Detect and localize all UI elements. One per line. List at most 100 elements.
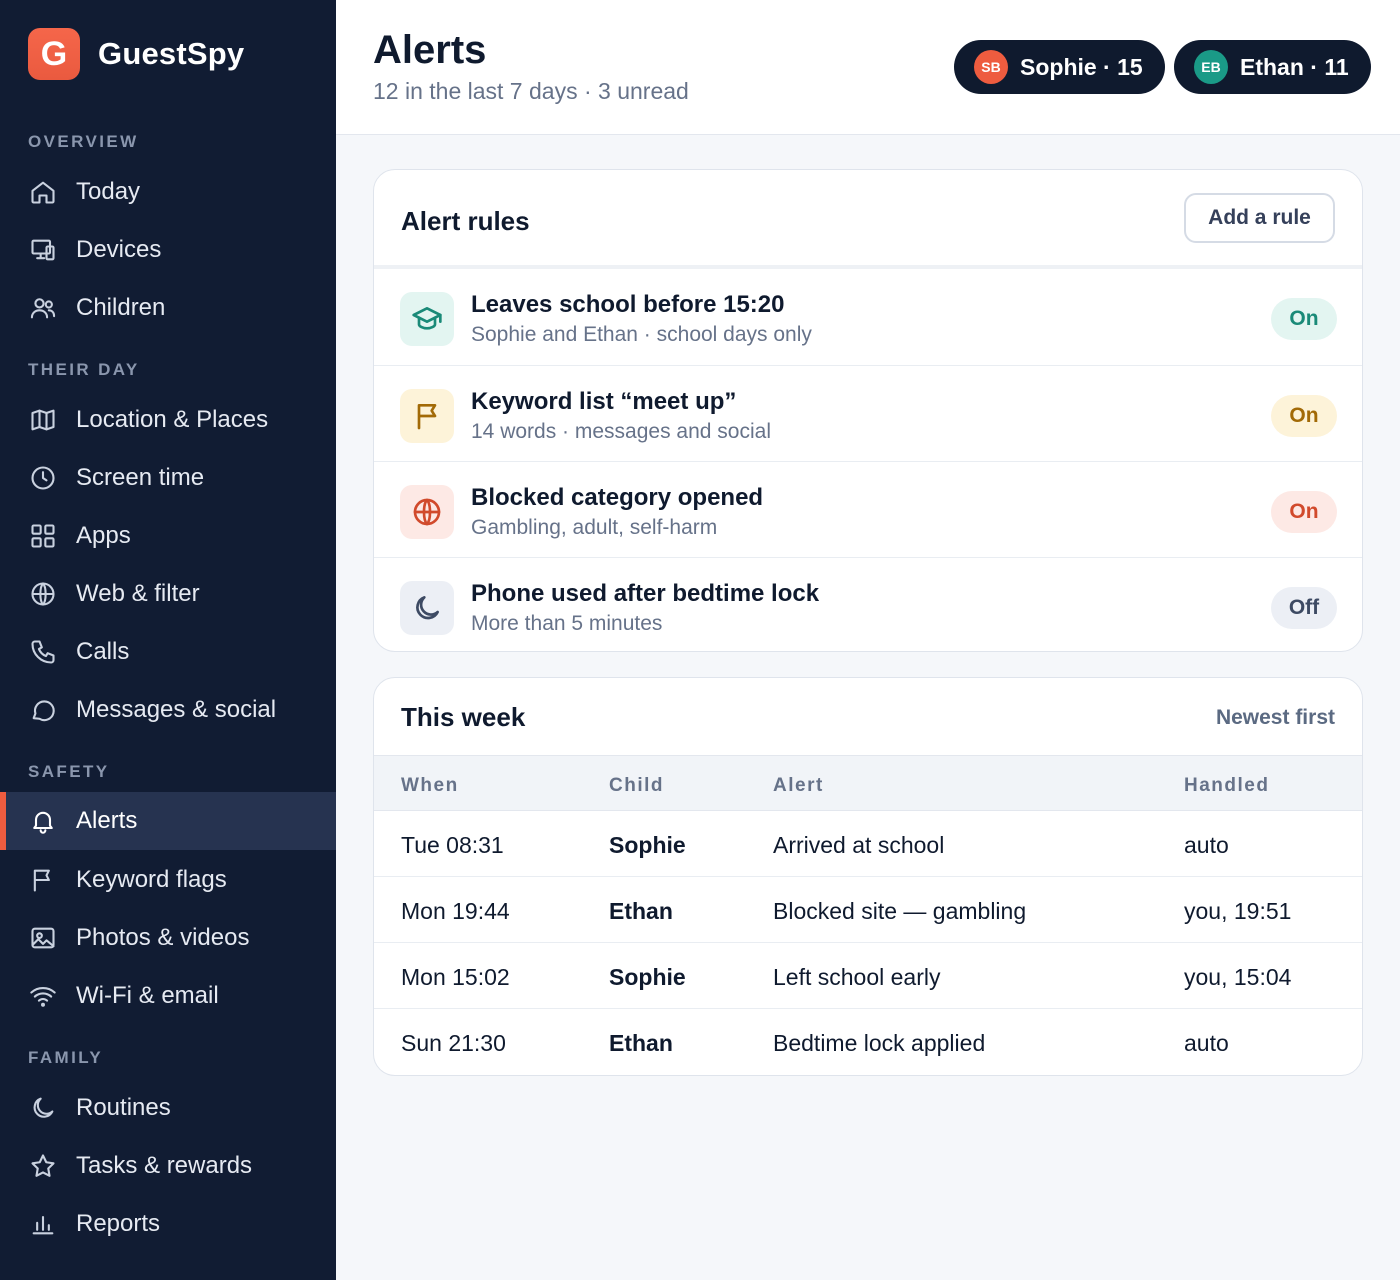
- rule-name: Leaves school before 15:20: [471, 291, 785, 318]
- flag-icon: [28, 865, 58, 895]
- sort-newest-first-button[interactable]: Newest first: [1216, 706, 1335, 730]
- cell-handled: you, 19:51: [1184, 898, 1292, 924]
- rule-row[interactable]: Keyword list “meet up” 14 words · messag…: [374, 365, 1362, 461]
- sidebar-item-label: Apps: [76, 522, 131, 549]
- cell-alert: Left school early: [773, 964, 941, 990]
- cell-handled: auto: [1184, 832, 1229, 858]
- rule-name: Phone used after bedtime lock: [471, 580, 820, 607]
- table-row[interactable]: Mon 19:44 Ethan Blocked site — gambling …: [374, 877, 1362, 943]
- sidebar: G GuestSpy OVERVIEW Today Devices Childr…: [0, 0, 336, 1280]
- rule-status-toggle[interactable]: On: [1271, 298, 1337, 340]
- sidebar-item-reports[interactable]: Reports: [0, 1195, 336, 1253]
- sidebar-item-apps[interactable]: Apps: [0, 507, 336, 565]
- sidebar-item-label: Children: [76, 294, 166, 321]
- child-chip-sophie[interactable]: SB Sophie · 15: [954, 40, 1165, 94]
- sidebar-item-label: Tasks & rewards: [76, 1152, 253, 1179]
- sidebar-item-label: Photos & videos: [76, 924, 250, 951]
- sidebar-item-label: Web & filter: [76, 580, 200, 607]
- moon-icon: [400, 581, 454, 635]
- rule-status-toggle[interactable]: On: [1271, 395, 1337, 437]
- table-row[interactable]: Tue 08:31 Sophie Arrived at school auto: [374, 811, 1362, 877]
- sidebar-item-devices[interactable]: Devices: [0, 221, 336, 279]
- column-header-when[interactable]: When: [401, 775, 459, 797]
- alerts-table-body: Tue 08:31 Sophie Arrived at school auto …: [374, 811, 1362, 1075]
- cell-when: Mon 15:02: [401, 964, 510, 990]
- sidebar-item-web-filter[interactable]: Web & filter: [0, 565, 336, 623]
- cell-child: Ethan: [609, 1030, 673, 1056]
- phone-icon: [28, 637, 58, 667]
- sidebar-item-alerts[interactable]: Alerts: [0, 792, 336, 850]
- rule-row[interactable]: Blocked category opened Gambling, adult,…: [374, 461, 1362, 557]
- sidebar-item-calls[interactable]: Calls: [0, 623, 336, 681]
- section-label-their-day: THEIR DAY: [28, 360, 140, 379]
- bar-chart-icon: [28, 1209, 58, 1239]
- sidebar-item-today[interactable]: Today: [0, 163, 336, 221]
- alert-rules-card: Alert rules Add a rule Leaves school bef…: [373, 169, 1363, 652]
- sidebar-item-label: Wi-Fi & email: [76, 982, 219, 1009]
- globe-icon: [28, 579, 58, 609]
- bell-icon: [28, 806, 58, 836]
- cell-when: Sun 21:30: [401, 1030, 506, 1056]
- cell-handled: you, 15:04: [1184, 964, 1292, 990]
- table-row[interactable]: Sun 21:30 Ethan Bedtime lock applied aut…: [374, 1009, 1362, 1075]
- this-week-card: This week Newest first When Child Alert …: [373, 677, 1363, 1076]
- child-chip-label: Sophie · 15: [1020, 53, 1143, 80]
- cell-alert: Bedtime lock applied: [773, 1030, 986, 1056]
- rule-desc: 14 words · messages and social: [471, 420, 771, 443]
- image-icon: [28, 923, 58, 953]
- alert-rules-title: Alert rules: [401, 206, 530, 236]
- home-icon: [28, 177, 58, 207]
- child-chip-ethan[interactable]: EB Ethan · 11: [1174, 40, 1371, 94]
- page-header: Alerts 12 in the last 7 days · 3 unread …: [336, 0, 1400, 135]
- column-header-child[interactable]: Child: [609, 775, 664, 797]
- rule-name: Keyword list “meet up”: [471, 388, 737, 415]
- cell-child: Sophie: [609, 832, 686, 858]
- sidebar-item-location[interactable]: Location & Places: [0, 391, 336, 449]
- rule-row[interactable]: Phone used after bedtime lock More than …: [374, 557, 1362, 651]
- avatar: SB: [974, 50, 1008, 84]
- avatar: EB: [1194, 50, 1228, 84]
- table-row[interactable]: Mon 15:02 Sophie Left school early you, …: [374, 943, 1362, 1009]
- brand-logo: G: [28, 28, 80, 80]
- sidebar-item-screen-time[interactable]: Screen time: [0, 449, 336, 507]
- brand-name: GuestSpy: [98, 36, 245, 71]
- sidebar-item-routines[interactable]: Routines: [0, 1079, 336, 1137]
- add-rule-button[interactable]: Add a rule: [1184, 193, 1335, 243]
- cell-handled: auto: [1184, 1030, 1229, 1056]
- sidebar-item-label: Today: [76, 178, 141, 205]
- sidebar-item-wifi-email[interactable]: Wi-Fi & email: [0, 967, 336, 1025]
- sidebar-item-label: Screen time: [76, 464, 205, 491]
- sidebar-item-label: Routines: [76, 1094, 171, 1121]
- column-header-alert[interactable]: Alert: [773, 775, 824, 797]
- this-week-title: This week: [401, 702, 526, 732]
- sidebar-item-label: Calls: [76, 638, 130, 665]
- moon-icon: [28, 1093, 58, 1123]
- children-icon: [28, 293, 58, 323]
- sidebar-item-label: Devices: [76, 236, 162, 263]
- sidebar-item-messages[interactable]: Messages & social: [0, 681, 336, 739]
- rule-status-toggle[interactable]: On: [1271, 491, 1337, 533]
- clock-icon: [28, 463, 58, 493]
- devices-icon: [28, 235, 58, 265]
- rule-desc: More than 5 minutes: [471, 612, 663, 635]
- sidebar-item-children[interactable]: Children: [0, 279, 336, 337]
- section-label-overview: OVERVIEW: [28, 132, 139, 151]
- sidebar-item-photos[interactable]: Photos & videos: [0, 909, 336, 967]
- sidebar-item-label: Location & Places: [76, 406, 269, 433]
- rule-row[interactable]: Leaves school before 15:20 Sophie and Et…: [374, 269, 1362, 365]
- column-header-handled[interactable]: Handled: [1184, 775, 1269, 797]
- page-subtitle: 12 in the last 7 days · 3 unread: [373, 78, 689, 104]
- cell-alert: Blocked site — gambling: [773, 898, 1027, 924]
- brand[interactable]: G GuestSpy: [28, 28, 244, 80]
- cell-when: Tue 08:31: [401, 832, 504, 858]
- cell-alert: Arrived at school: [773, 832, 945, 858]
- globe-icon: [400, 485, 454, 539]
- page-title: Alerts: [373, 28, 487, 72]
- child-chip-label: Ethan · 11: [1240, 53, 1349, 80]
- section-label-safety: SAFETY: [28, 762, 110, 781]
- sidebar-item-label: Keyword flags: [76, 866, 227, 893]
- sidebar-item-keyword-flags[interactable]: Keyword flags: [0, 851, 336, 909]
- graduation-cap-icon: [400, 292, 454, 346]
- sidebar-item-tasks[interactable]: Tasks & rewards: [0, 1137, 336, 1195]
- rule-status-toggle[interactable]: Off: [1271, 587, 1337, 629]
